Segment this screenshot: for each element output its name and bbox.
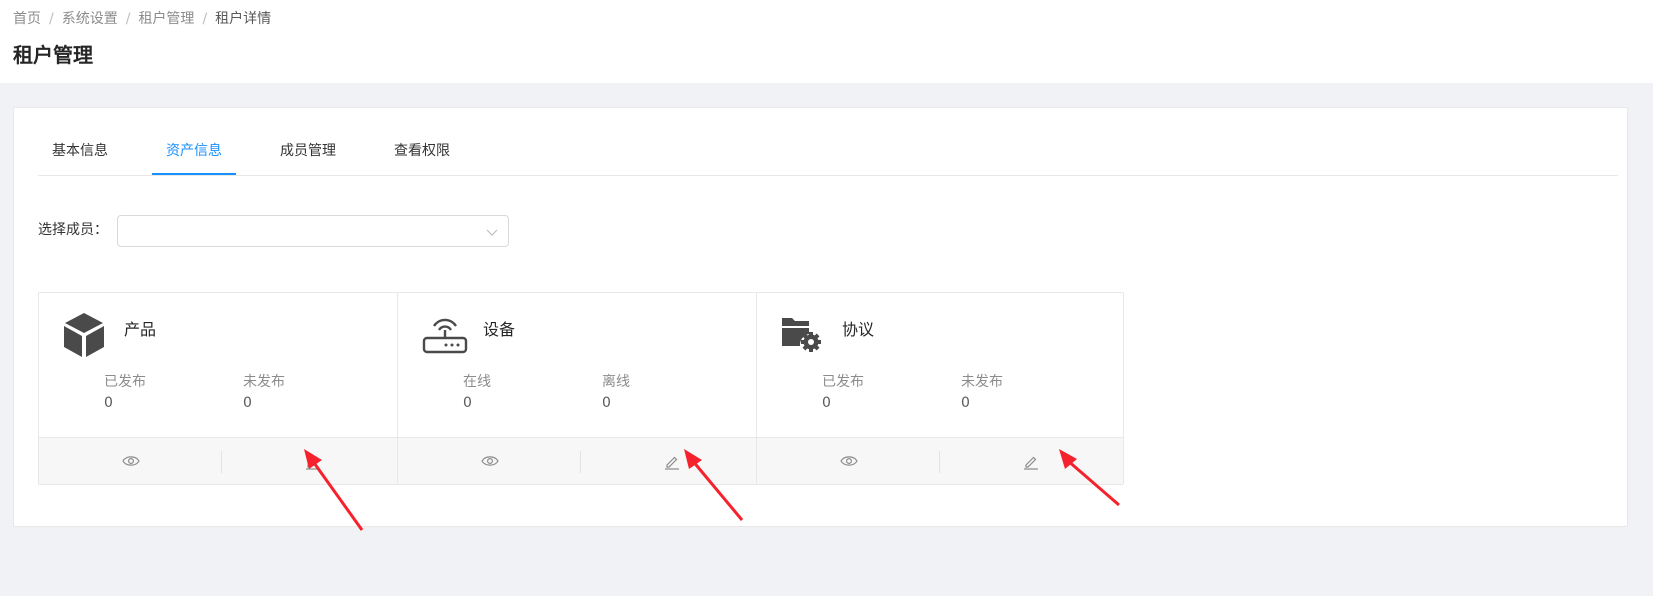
stat-label-published: 已发布 (104, 374, 146, 390)
breadcrumb-item-home[interactable]: 首页 (13, 11, 41, 27)
router-icon (422, 318, 468, 354)
edit-button[interactable] (940, 438, 1123, 484)
page-title: 租户管理 (13, 43, 93, 67)
stat-label-unpublished: 未发布 (243, 374, 285, 390)
stat-value-published: 0 (822, 395, 831, 411)
breadcrumb-item-tenant-management[interactable]: 租户管理 (138, 11, 194, 27)
breadcrumb-separator: / (49, 11, 54, 27)
breadcrumb-item-system-settings[interactable]: 系统设置 (62, 11, 118, 27)
cube-icon (64, 313, 104, 357)
chevron-down-icon (486, 229, 498, 236)
tab-basic-info[interactable]: 基本信息 (38, 131, 122, 175)
view-button[interactable] (39, 438, 222, 484)
content-card: 基本信息 资产信息 成员管理 查看权限 选择成员： 产品 已发布 未发布 0 0 (13, 107, 1628, 527)
card-actions (757, 437, 1123, 484)
stat-value-unpublished: 0 (243, 395, 252, 411)
folder-gear-icon (782, 318, 821, 352)
asset-card-device: 设备 在线 离线 0 0 (397, 292, 765, 485)
breadcrumb-separator: / (125, 11, 131, 27)
member-select[interactable] (117, 215, 509, 247)
eye-icon (481, 456, 499, 466)
stat-value-online: 0 (463, 395, 472, 411)
member-select-label: 选择成员： (38, 222, 108, 238)
stat-value-unpublished: 0 (961, 395, 970, 411)
eye-icon (122, 456, 140, 466)
stat-label-unpublished: 未发布 (961, 374, 1003, 390)
card-actions (398, 437, 764, 484)
edit-pencil-icon (1024, 456, 1038, 470)
asset-card-product: 产品 已发布 未发布 0 0 (38, 292, 406, 485)
tab-member-management[interactable]: 成员管理 (266, 131, 350, 175)
page-header: 首页 / 系统设置 / 租户管理 / 租户详情 租户管理 (0, 0, 1653, 83)
tab-view-permissions[interactable]: 查看权限 (380, 131, 464, 175)
edit-pencil-icon (665, 456, 679, 470)
stat-value-published: 0 (104, 395, 113, 411)
view-button[interactable] (757, 438, 940, 484)
asset-title: 产品 (124, 320, 157, 339)
tab-bar: 基本信息 资产信息 成员管理 查看权限 (38, 131, 1618, 176)
asset-card-protocol: 协议 已发布 未发布 0 0 (756, 292, 1124, 485)
stat-value-offline: 0 (602, 395, 611, 411)
breadcrumb-separator: / (202, 11, 208, 27)
card-actions (39, 437, 405, 484)
breadcrumb: 首页 / 系统设置 / 租户管理 / 租户详情 (13, 8, 271, 28)
edit-button[interactable] (581, 438, 764, 484)
stat-label-offline: 离线 (602, 374, 630, 390)
edit-pencil-icon (306, 456, 320, 470)
view-button[interactable] (398, 438, 581, 484)
tab-asset-info[interactable]: 资产信息 (152, 131, 236, 175)
edit-button[interactable] (222, 438, 405, 484)
breadcrumb-item-current: 租户详情 (215, 11, 272, 27)
stat-label-published: 已发布 (822, 374, 864, 390)
stat-label-online: 在线 (463, 374, 491, 390)
asset-title: 设备 (483, 320, 516, 339)
asset-title: 协议 (842, 320, 875, 339)
eye-icon (840, 456, 858, 466)
